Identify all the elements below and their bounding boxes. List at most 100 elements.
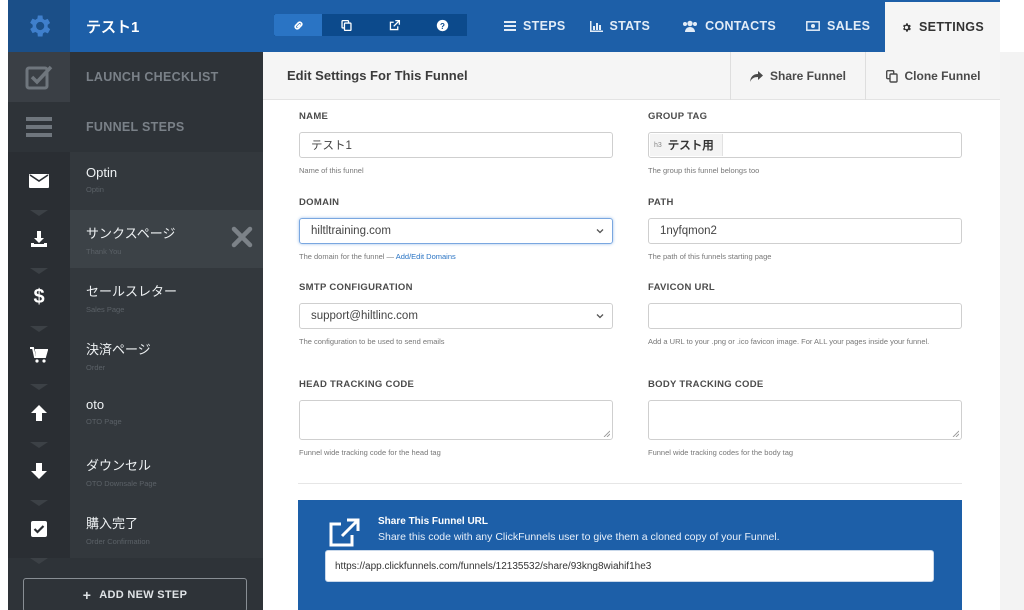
list-icon	[504, 21, 516, 31]
name-label: NAME	[299, 111, 329, 122]
nav-stats[interactable]: STATS	[578, 0, 663, 52]
name-input[interactable]: テスト1	[299, 132, 613, 158]
favicon-input[interactable]	[648, 303, 962, 329]
link-icon	[294, 20, 303, 30]
body-tracking-field: BODY TRACKING CODE Funnel wide tracking …	[648, 379, 962, 458]
step-name: Optin	[86, 165, 118, 180]
money-icon	[806, 21, 820, 31]
funnel-step-sales-letter[interactable]: $ セールスレター Sales Page	[8, 268, 263, 332]
group-tag-label: GROUP TAG	[648, 111, 708, 122]
content-header: Edit Settings For This Funnel Share Funn…	[263, 52, 1000, 100]
sidebar: LAUNCH CHECKLIST FUNNEL STEPS Optin Optin…	[8, 52, 263, 610]
step-type: Sales Page	[86, 305, 125, 314]
link-button[interactable]	[274, 14, 323, 36]
sidebar-funnel-steps[interactable]: FUNNEL STEPS	[8, 102, 263, 152]
group-tag-input[interactable]: h3 テスト用	[648, 132, 962, 158]
body-tracking-textarea[interactable]	[648, 400, 962, 440]
share-title: Share This Funnel URL	[378, 516, 489, 527]
share-url-value: https://app.clickfunnels.com/funnels/121…	[335, 560, 652, 572]
smtp-field: SMTP CONFIGURATION support@hiltlinc.com …	[299, 282, 613, 347]
head-tracking-help: Funnel wide tracking code for the head t…	[299, 448, 441, 457]
nav-contacts[interactable]: CONTACTS	[662, 0, 788, 52]
share-url-input[interactable]: https://app.clickfunnels.com/funnels/121…	[325, 550, 934, 582]
step-type: Order	[86, 363, 106, 372]
resize-handle-icon[interactable]	[603, 430, 610, 437]
funnel-step-order[interactable]: 決済ページ Order	[8, 326, 263, 390]
funnel-tools-group: ?	[274, 14, 467, 36]
resize-handle-icon[interactable]	[952, 430, 959, 437]
clone-funnel-button[interactable]: Clone Funnel	[865, 52, 1000, 100]
funnel-step-thankyou[interactable]: サンクスページ Thank You	[8, 210, 263, 274]
funnel-step-confirmation[interactable]: 購入完了 Order Confirmation	[8, 500, 263, 564]
add-new-step-button[interactable]: + ADD NEW STEP	[23, 578, 247, 610]
close-icon	[231, 226, 253, 248]
tag-prefix: h3	[654, 141, 662, 149]
nav-settings-label: SETTINGS	[919, 20, 984, 34]
funnel-steps-label: FUNNEL STEPS	[86, 120, 185, 134]
users-icon	[683, 20, 698, 32]
chevron-down-icon	[596, 229, 604, 234]
share-funnel-panel: Share This Funnel URL Share this code wi…	[298, 500, 962, 610]
plus-icon: +	[82, 587, 92, 603]
arrow-up-icon	[31, 405, 47, 421]
step-name: 決済ページ	[86, 342, 151, 357]
step-name: oto	[86, 397, 105, 412]
page-scrollbar[interactable]	[1000, 52, 1024, 610]
domain-select[interactable]: hiltltraining.com	[299, 218, 613, 244]
top-bar: テスト1 ? STEPS STATS CONTACTS SALES SETTIN…	[8, 0, 1000, 52]
smtp-label: SMTP CONFIGURATION	[299, 282, 413, 293]
arrow-down-icon	[31, 463, 47, 479]
external-link-icon	[329, 518, 360, 547]
gear-logo[interactable]	[8, 0, 70, 52]
step-name: ダウンセル	[86, 458, 152, 473]
page-title: Edit Settings For This Funnel	[287, 68, 468, 83]
funnel-step-downsell[interactable]: ダウンセル OTO Downsale Page	[8, 442, 263, 506]
step-type: OTO Page	[86, 417, 122, 426]
nav-steps[interactable]: STEPS	[486, 0, 578, 52]
gear-icon	[30, 15, 51, 37]
head-tracking-field: HEAD TRACKING CODE Funnel wide tracking …	[299, 379, 613, 458]
svg-text:?: ?	[440, 21, 445, 30]
name-help: Name of this funnel	[299, 166, 364, 175]
path-field: PATH 1nyfqmon2 The path of this funnels …	[648, 197, 962, 262]
section-divider	[298, 483, 962, 484]
step-name: 購入完了	[86, 516, 139, 531]
funnel-step-oto[interactable]: oto OTO Page	[8, 384, 263, 448]
external-link-icon	[389, 19, 401, 30]
clone-funnel-label: Clone Funnel	[904, 69, 981, 83]
delete-step-button[interactable]	[231, 226, 253, 253]
smtp-help: The configuration to be used to send ema…	[299, 337, 445, 346]
cart-icon	[30, 347, 48, 363]
name-value: テスト1	[311, 140, 352, 152]
step-name: セールスレター	[86, 284, 178, 299]
path-input[interactable]: 1nyfqmon2	[648, 218, 962, 244]
menu-icon	[26, 117, 52, 137]
domain-value: hiltltraining.com	[311, 225, 391, 237]
funnel-title: テスト1	[86, 18, 140, 36]
share-icon	[749, 70, 763, 82]
domain-field: DOMAIN hiltltraining.com The domain for …	[299, 197, 613, 262]
funnel-step-optin[interactable]: Optin Optin	[8, 152, 263, 216]
copy-icon	[885, 69, 898, 83]
name-field: NAME テスト1 Name of this funnel	[299, 111, 613, 176]
step-type: OTO Downsale Page	[86, 479, 157, 488]
share-funnel-label: Share Funnel	[769, 69, 846, 83]
nav-sales[interactable]: SALES	[788, 0, 882, 52]
body-tracking-label: BODY TRACKING CODE	[648, 379, 764, 390]
domain-help: The domain for the funnel — Add/Edit Dom…	[299, 252, 456, 261]
share-funnel-button[interactable]: Share Funnel	[730, 52, 865, 100]
download-icon	[31, 230, 47, 247]
group-tag-chip[interactable]: h3 テスト用	[650, 134, 723, 156]
sidebar-launch-checklist[interactable]: LAUNCH CHECKLIST	[8, 52, 263, 102]
checkbox-icon	[25, 65, 53, 90]
external-link-button[interactable]	[371, 14, 419, 36]
copy-button[interactable]	[322, 14, 370, 36]
head-tracking-textarea[interactable]	[299, 400, 613, 440]
add-edit-domains-link[interactable]: Add/Edit Domains	[396, 252, 456, 261]
nav-sales-label: SALES	[827, 19, 871, 33]
smtp-select[interactable]: support@hiltlinc.com	[299, 303, 613, 329]
nav-settings[interactable]: SETTINGS	[885, 2, 1000, 52]
add-step-label: ADD NEW STEP	[99, 589, 188, 601]
help-icon: ?	[437, 19, 449, 31]
help-button[interactable]: ?	[419, 14, 467, 36]
